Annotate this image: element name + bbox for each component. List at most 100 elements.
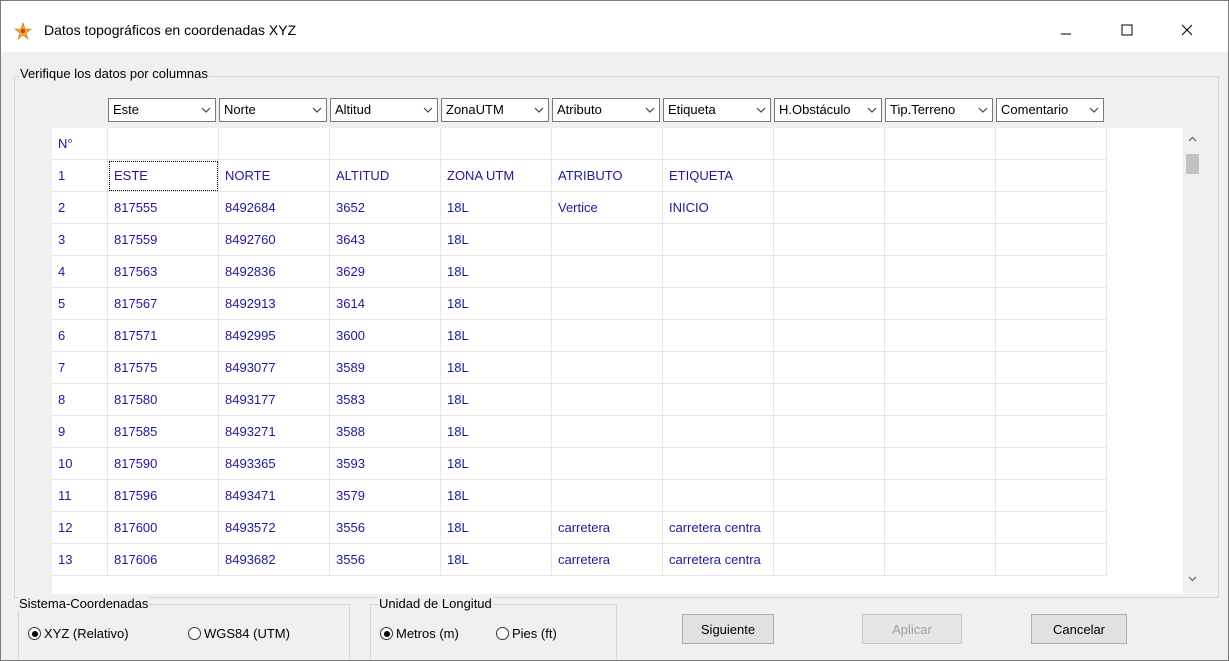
table-cell[interactable] xyxy=(551,255,663,288)
table-cell[interactable] xyxy=(884,415,996,448)
column-selector-norte[interactable]: Norte xyxy=(219,98,327,122)
row-number-cell[interactable]: 13 xyxy=(52,543,108,576)
aplicar-button[interactable]: Aplicar xyxy=(862,614,962,644)
close-button[interactable] xyxy=(1164,10,1210,50)
table-cell[interactable] xyxy=(773,543,885,576)
table-cell[interactable]: ALTITUD xyxy=(329,159,441,192)
table-cell[interactable] xyxy=(107,128,219,160)
row-number-cell[interactable]: 12 xyxy=(52,511,108,544)
table-row[interactable]: 13 817606 8493682 3556 18L carretera carretera… xyxy=(52,543,1107,576)
table-row[interactable]: 12 817600 8493572 3556 18L carretera carretera… xyxy=(52,511,1107,544)
table-cell[interactable]: 817571 xyxy=(107,319,219,352)
table-cell[interactable]: 3593 xyxy=(329,447,441,480)
table-cell[interactable] xyxy=(773,128,885,160)
table-cell[interactable] xyxy=(884,383,996,416)
table-cell[interactable]: 18L xyxy=(440,383,552,416)
table-cell[interactable]: 3600 xyxy=(329,319,441,352)
table-cell[interactable] xyxy=(551,479,663,512)
scroll-up-icon[interactable] xyxy=(1188,136,1197,142)
table-cell[interactable] xyxy=(773,255,885,288)
table-cell[interactable] xyxy=(662,255,774,288)
table-cell[interactable]: 3643 xyxy=(329,223,441,256)
table-cell[interactable]: 817600 xyxy=(107,511,219,544)
table-cell[interactable]: 8492995 xyxy=(218,319,330,352)
column-selector-altitud[interactable]: Altitud xyxy=(330,98,438,122)
table-cell[interactable]: 817580 xyxy=(107,383,219,416)
table-cell[interactable] xyxy=(884,511,996,544)
table-cell[interactable]: 18L xyxy=(440,447,552,480)
row-number-cell[interactable]: 6 xyxy=(52,319,108,352)
table-cell[interactable]: ATRIBUTO xyxy=(551,159,663,192)
table-cell[interactable]: 18L xyxy=(440,543,552,576)
column-selector-atributo[interactable]: Atributo xyxy=(552,98,660,122)
table-cell[interactable]: 8493177 xyxy=(218,383,330,416)
table-cell[interactable]: 3556 xyxy=(329,543,441,576)
table-cell[interactable]: 18L xyxy=(440,255,552,288)
table-cell[interactable]: 3589 xyxy=(329,351,441,384)
column-selector-etiqueta[interactable]: Etiqueta xyxy=(663,98,771,122)
table-cell[interactable] xyxy=(884,319,996,352)
table-cell[interactable] xyxy=(995,383,1107,416)
table-cell[interactable] xyxy=(662,479,774,512)
table-cell[interactable]: carretera xyxy=(551,511,663,544)
row-number-cell[interactable]: 1 xyxy=(52,159,108,192)
scroll-thumb[interactable] xyxy=(1186,154,1199,174)
table-row[interactable]: 1 ESTE NORTE ALTITUD ZONA UTM ATRIBUTO ETIQUET… xyxy=(52,159,1107,192)
table-cell[interactable]: 817590 xyxy=(107,447,219,480)
table-cell[interactable]: 817563 xyxy=(107,255,219,288)
scroll-down-icon[interactable] xyxy=(1188,576,1197,582)
table-row[interactable]: 4 817563 8492836 3629 18L xyxy=(52,255,1107,288)
table-cell[interactable] xyxy=(662,128,774,160)
table-cell[interactable] xyxy=(995,543,1107,576)
table-cell[interactable] xyxy=(773,415,885,448)
table-cell[interactable]: 8492684 xyxy=(218,191,330,224)
table-cell[interactable] xyxy=(662,383,774,416)
table-cell[interactable] xyxy=(551,383,663,416)
row-number-cell[interactable]: 10 xyxy=(52,447,108,480)
table-cell[interactable]: 8493682 xyxy=(218,543,330,576)
table-row[interactable]: 11 817596 8493471 3579 18L xyxy=(52,479,1107,512)
row-number-cell[interactable]: 11 xyxy=(52,479,108,512)
table-cell[interactable]: 8493572 xyxy=(218,511,330,544)
table-cell[interactable]: 3579 xyxy=(329,479,441,512)
table-cell[interactable] xyxy=(773,223,885,256)
table-cell[interactable]: 8492836 xyxy=(218,255,330,288)
table-cell[interactable]: 817575 xyxy=(107,351,219,384)
column-selector-tipterreno[interactable]: Tip.Terreno xyxy=(885,98,993,122)
cancelar-button[interactable]: Cancelar xyxy=(1031,614,1127,644)
table-cell[interactable] xyxy=(551,128,663,160)
table-row[interactable]: 10 817590 8493365 3593 18L xyxy=(52,447,1107,480)
table-cell[interactable] xyxy=(995,479,1107,512)
table-cell[interactable]: 817596 xyxy=(107,479,219,512)
table-cell[interactable]: 3556 xyxy=(329,511,441,544)
table-cell[interactable]: 817567 xyxy=(107,287,219,320)
row-number-cell[interactable]: 5 xyxy=(52,287,108,320)
table-row[interactable]: 6 817571 8492995 3600 18L xyxy=(52,319,1107,352)
table-cell[interactable] xyxy=(995,447,1107,480)
table-cell[interactable]: 18L xyxy=(440,511,552,544)
table-cell[interactable]: 18L xyxy=(440,191,552,224)
table-cell[interactable] xyxy=(995,319,1107,352)
table-cell[interactable]: 18L xyxy=(440,319,552,352)
column-selector-hobstaculo[interactable]: H.Obstáculo xyxy=(774,98,882,122)
table-row[interactable]: N° xyxy=(52,128,1107,160)
table-cell[interactable] xyxy=(995,351,1107,384)
minimize-button[interactable] xyxy=(1043,10,1089,50)
table-cell[interactable] xyxy=(995,128,1107,160)
table-cell[interactable]: carretera centra xyxy=(662,511,774,544)
column-selector-este[interactable]: Este xyxy=(108,98,216,122)
table-cell[interactable] xyxy=(884,543,996,576)
row-number-cell[interactable]: 7 xyxy=(52,351,108,384)
table-cell[interactable] xyxy=(995,159,1107,192)
table-cell[interactable] xyxy=(884,447,996,480)
table-cell[interactable] xyxy=(995,511,1107,544)
table-cell[interactable] xyxy=(995,191,1107,224)
table-cell[interactable] xyxy=(662,287,774,320)
table-cell[interactable] xyxy=(995,255,1107,288)
table-cell[interactable] xyxy=(329,128,441,160)
table-cell[interactable] xyxy=(884,159,996,192)
table-cell[interactable] xyxy=(440,128,552,160)
row-number-cell[interactable]: N° xyxy=(52,128,108,160)
table-cell[interactable]: 18L xyxy=(440,415,552,448)
table-cell[interactable]: 8492913 xyxy=(218,287,330,320)
